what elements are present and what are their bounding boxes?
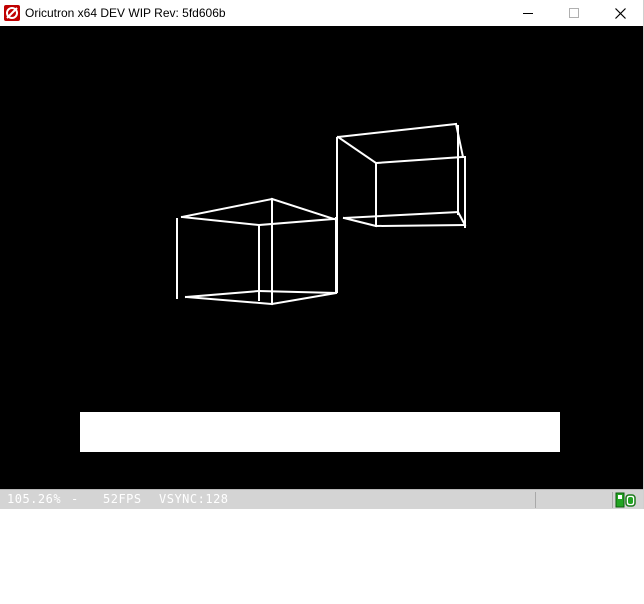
status-bar: 105.26% - 52FPS VSYNC:128	[0, 489, 643, 509]
title-bar[interactable]: Oricutron x64 DEV WIP Rev: 5fd606b	[0, 0, 643, 26]
disk-activity-icon	[615, 492, 636, 508]
status-readout: 105.26% - 52FPS VSYNC:128	[0, 490, 228, 509]
fps-readout: 52FPS	[103, 492, 142, 506]
wireframe-cube-left	[176, 197, 338, 306]
window-title: Oricutron x64 DEV WIP Rev: 5fd606b	[25, 6, 226, 20]
vsync-readout: VSYNC:128	[159, 492, 229, 506]
zoom-readout: 105.26%	[7, 492, 62, 506]
status-divider	[612, 492, 613, 508]
text-panel	[80, 412, 560, 452]
maximize-icon	[569, 8, 579, 18]
close-button[interactable]	[597, 0, 643, 26]
minimize-icon	[523, 13, 533, 14]
minimize-button[interactable]	[505, 0, 551, 26]
oricutron-app-icon[interactable]	[4, 5, 20, 21]
status-divider	[535, 492, 536, 508]
emulator-window: Oricutron x64 DEV WIP Rev: 5fd606b 105.2…	[0, 0, 644, 509]
status-separator: -	[71, 492, 79, 506]
wireframe-cube-right	[336, 122, 467, 293]
emulator-screen[interactable]	[0, 26, 643, 489]
maximize-button[interactable]	[551, 0, 597, 26]
close-icon	[614, 7, 626, 19]
